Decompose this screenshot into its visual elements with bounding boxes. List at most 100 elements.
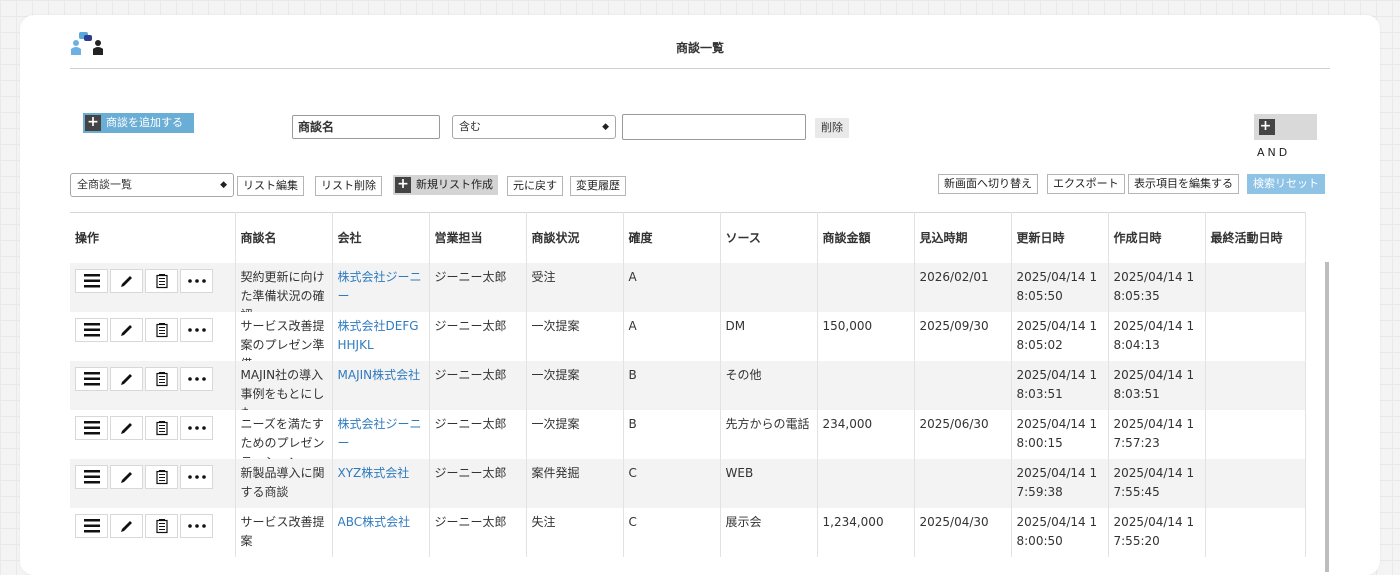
history-button[interactable]: 変更履歴 xyxy=(570,176,626,196)
hamburger-menu-button[interactable] xyxy=(75,366,108,391)
deal-status-cell-text: 失注 xyxy=(531,514,556,529)
updated-at-cell-text: 2025/04/14 18:03:51 xyxy=(1016,367,1098,401)
company-cell-text[interactable]: MAJIN株式会社 xyxy=(338,366,424,410)
pencil-button[interactable] xyxy=(110,464,143,489)
company-cell-text[interactable]: 株式会社ジーニー xyxy=(338,268,424,312)
edit-columns-button[interactable]: 表示項目を編集する xyxy=(1128,174,1239,194)
company-cell-text[interactable]: ABC株式会社 xyxy=(338,513,424,557)
column-header[interactable]: 更新日時 xyxy=(1011,212,1109,263)
delete-list-button[interactable]: リスト削除 xyxy=(315,176,382,196)
updated-at-cell-text: 2025/04/14 18:00:50 xyxy=(1016,514,1098,548)
document-button[interactable] xyxy=(145,268,178,293)
delete-filter-button[interactable]: 削除 xyxy=(815,118,849,138)
more-horizontal-button[interactable] xyxy=(180,317,213,342)
table-row[interactable]: MAJIN社の導入事例をもとにした… MAJIN株式会社ジーニー太郎 一次提案 B その… xyxy=(70,360,1306,410)
sales-rep-cell: ジーニー太郎 xyxy=(429,507,527,557)
hamburger-menu-button[interactable] xyxy=(75,415,108,440)
and-button[interactable]: +AND xyxy=(1254,114,1317,159)
column-header[interactable]: 営業担当 xyxy=(429,212,527,263)
table-row[interactable]: ニーズを満たすためのプレゼンテーション株式会社ジーニージーニー太郎 一次提案 B 先方… xyxy=(70,409,1306,459)
deal-status-cell-text: 一次提案 xyxy=(531,416,580,431)
column-header[interactable]: ソース xyxy=(720,212,818,263)
table-scrollbar[interactable] xyxy=(1325,262,1329,572)
sales-rep-cell: ジーニー太郎 xyxy=(429,262,527,312)
column-header[interactable]: 見込時期 xyxy=(914,212,1012,263)
pencil-button[interactable] xyxy=(110,513,143,538)
more-horizontal-button[interactable] xyxy=(180,415,213,440)
pencil-button[interactable] xyxy=(110,366,143,391)
pencil-button[interactable] xyxy=(110,317,143,342)
amount-cell xyxy=(817,458,915,508)
hamburger-menu-button[interactable] xyxy=(75,317,108,342)
deal-name-cell: 新製品導入に関する商談 xyxy=(235,458,333,508)
column-header[interactable]: 会社 xyxy=(332,212,430,263)
created-at-cell-text: 2025/04/14 18:03:51 xyxy=(1113,367,1195,401)
switch-view-button[interactable]: 新画面へ切り替え xyxy=(938,174,1038,194)
deal-name-cell-text: 契約更新に向けた準備状況の確認 xyxy=(240,269,325,312)
hamburger-menu-icon xyxy=(83,469,100,483)
company-cell-text[interactable]: 株式会社DEFGHHJKL xyxy=(338,317,424,361)
edit-list-button[interactable]: リスト編集 xyxy=(237,176,304,196)
column-header[interactable]: 確度 xyxy=(623,212,721,263)
company-cell[interactable]: 株式会社ジーニー xyxy=(332,409,430,459)
pencil-button[interactable] xyxy=(110,415,143,440)
document-button[interactable] xyxy=(145,317,178,342)
column-header[interactable]: 商談状況 xyxy=(526,212,624,263)
created-at-cell: 2025/04/14 18:04:13 xyxy=(1108,311,1206,361)
updated-at-cell: 2025/04/14 17:59:38 xyxy=(1011,458,1109,508)
table-row[interactable]: サービス改善提案のプレゼン準備株式会社DEFGHHJKL ジーニー太郎 一次提案 A D… xyxy=(70,311,1306,361)
last-activity-cell xyxy=(1205,409,1306,459)
company-cell[interactable]: ABC株式会社 xyxy=(332,507,430,557)
add-deal-button[interactable]: + 商談を追加する xyxy=(83,113,194,133)
column-header[interactable]: 商談名 xyxy=(235,212,333,263)
document-button[interactable] xyxy=(145,415,178,440)
more-horizontal-button[interactable] xyxy=(180,268,213,293)
company-cell[interactable]: 株式会社ジーニー xyxy=(332,262,430,312)
document-icon xyxy=(155,273,168,288)
source-cell: DM xyxy=(720,311,818,361)
document-button[interactable] xyxy=(145,464,178,489)
row-actions xyxy=(70,262,236,312)
hamburger-menu-button[interactable] xyxy=(75,513,108,538)
company-cell[interactable]: 株式会社DEFGHHJKL xyxy=(332,311,430,361)
table-row[interactable]: 新製品導入に関する商談 XYZ株式会社 ジーニー太郎 案件発掘 C WEB 2025/04/… xyxy=(70,458,1306,508)
new-list-button[interactable]: + 新規リスト作成 xyxy=(393,175,498,195)
amount-cell: 234,000 xyxy=(817,409,915,459)
updated-at-cell-text: 2025/04/14 18:05:50 xyxy=(1016,269,1098,303)
more-horizontal-button[interactable] xyxy=(180,366,213,391)
column-header[interactable]: 最終活動日時 xyxy=(1205,212,1306,263)
table-row[interactable]: サービス改善提案 ABC株式会社 ジーニー太郎 失注 C 展示会 1,234,000 2025… xyxy=(70,507,1306,557)
source-cell xyxy=(720,262,818,312)
pencil-button[interactable] xyxy=(110,268,143,293)
company-cell-text[interactable]: XYZ株式会社 xyxy=(338,464,424,508)
more-horizontal-button[interactable] xyxy=(180,464,213,489)
column-header[interactable]: 操作 xyxy=(70,212,236,263)
filter-field-input[interactable]: 商談名 xyxy=(292,115,440,139)
more-horizontal-button[interactable] xyxy=(180,513,213,538)
column-header[interactable]: 作成日時 xyxy=(1108,212,1206,263)
created-at-cell: 2025/04/14 17:55:45 xyxy=(1108,458,1206,508)
company-cell[interactable]: XYZ株式会社 xyxy=(332,458,430,508)
table-row[interactable]: 契約更新に向けた準備状況の確認株式会社ジーニージーニー太郎 受注 A 2026/02/… xyxy=(70,262,1306,312)
created-at-cell-text: 2025/04/14 17:57:23 xyxy=(1113,416,1195,450)
document-button[interactable] xyxy=(145,366,178,391)
hamburger-menu-button[interactable] xyxy=(75,268,108,293)
company-cell-text[interactable]: 株式会社ジーニー xyxy=(338,415,424,459)
deal-status-cell: 受注 xyxy=(526,262,624,312)
deal-status-cell: 失注 xyxy=(526,507,624,557)
company-cell[interactable]: MAJIN株式会社 xyxy=(332,360,430,410)
list-select[interactable]: 全商談一覧 ◆ xyxy=(70,173,234,197)
column-header[interactable]: 商談金額 xyxy=(817,212,915,263)
updated-at-cell: 2025/04/14 18:05:50 xyxy=(1011,262,1109,312)
export-button[interactable]: エクスポート xyxy=(1047,174,1125,194)
filter-operator-select[interactable]: 含む ◆ xyxy=(452,115,616,139)
hamburger-menu-button[interactable] xyxy=(75,464,108,489)
undo-button[interactable]: 元に戻す xyxy=(507,176,563,196)
created-at-cell: 2025/04/14 18:05:35 xyxy=(1108,262,1206,312)
document-button[interactable] xyxy=(145,513,178,538)
select-arrows-icon: ◆ xyxy=(220,180,227,190)
table-header-row: 操作 商談名 会社 営業担当 商談状況 確度 ソース 商談金額 見込時期 更新日… xyxy=(70,212,1306,263)
filter-value-input[interactable] xyxy=(622,114,806,140)
reset-search-button[interactable]: 検索リセット xyxy=(1247,174,1325,194)
document-icon xyxy=(155,322,168,337)
